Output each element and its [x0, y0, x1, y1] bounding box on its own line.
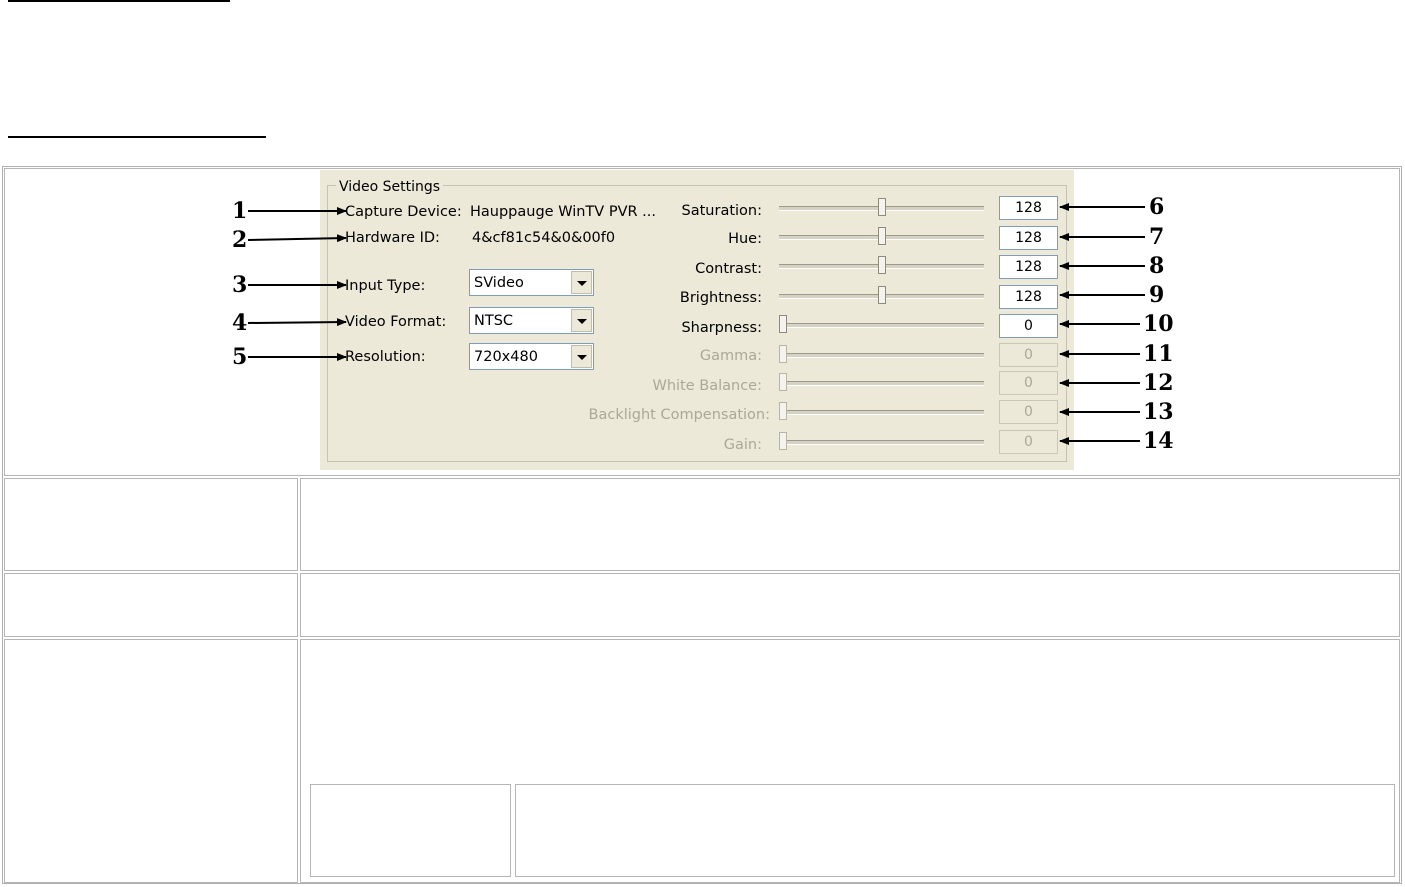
callout-number-4: 4	[232, 310, 248, 336]
callout-number-6: 6	[1149, 194, 1165, 220]
callout-number-1: 1	[232, 198, 248, 224]
callout-number-9: 9	[1149, 282, 1165, 308]
callout-number-12: 12	[1143, 370, 1174, 396]
callout-number-2: 2	[232, 227, 248, 253]
callout-number-10: 10	[1143, 311, 1174, 337]
callout-arrows	[247, 203, 1145, 445]
callout-number-13: 13	[1143, 399, 1174, 425]
callout-arrow-2	[247, 234, 347, 243]
callout-arrow-4	[247, 318, 347, 327]
callout-number-3: 3	[232, 272, 248, 298]
callout-number-7: 7	[1149, 224, 1165, 250]
callout-number-8: 8	[1149, 253, 1165, 279]
callout-number-11: 11	[1143, 341, 1174, 367]
callout-number-14: 14	[1143, 428, 1174, 454]
callout-number-5: 5	[232, 344, 248, 370]
